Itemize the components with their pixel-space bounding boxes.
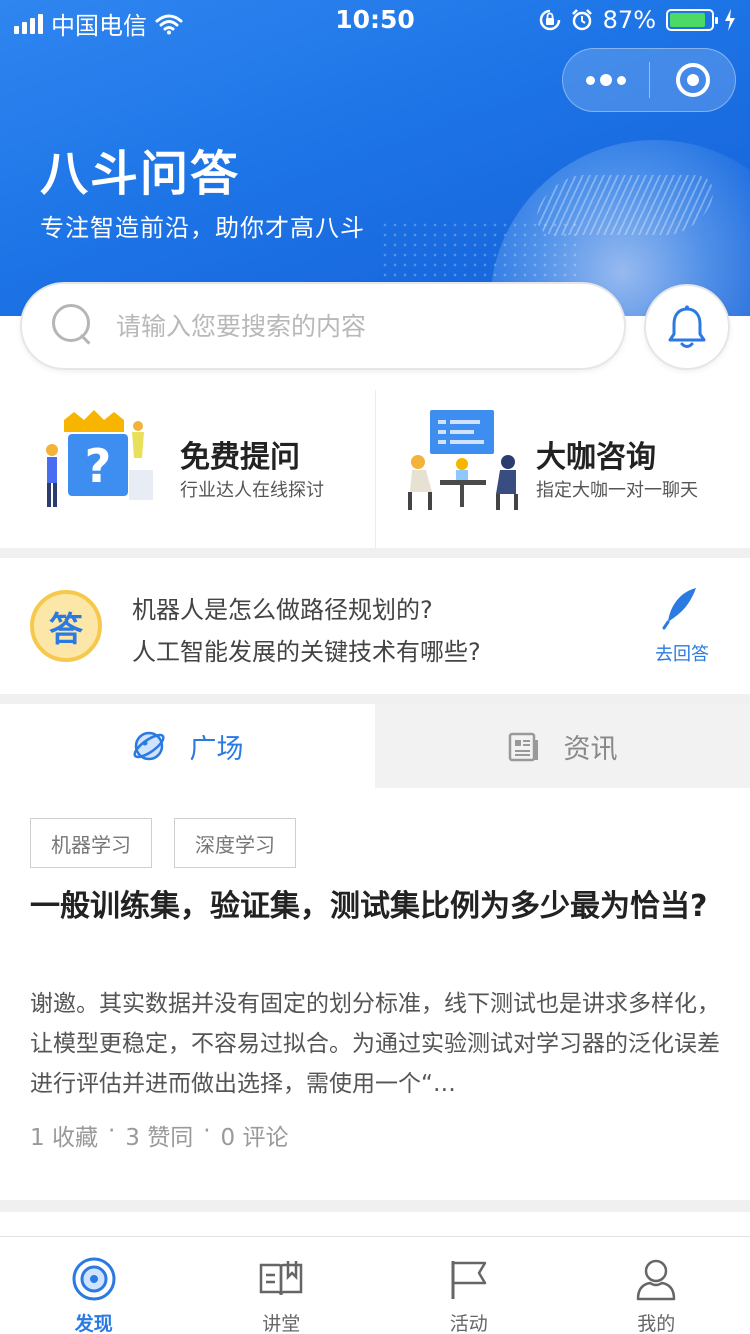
search-input[interactable]	[116, 311, 596, 341]
article-excerpt: 谢邀。其实数据并没有固定的划分标准，线下测试也是讲求多样化，让模型更稳定，不容易…	[30, 991, 720, 1097]
comments-count: 0 评论	[220, 1125, 289, 1151]
content-tabs: 广场 资讯	[0, 704, 750, 788]
tabbar-item-activity[interactable]: 活动	[375, 1237, 563, 1334]
feature-desc: 行业达人在线探讨	[180, 480, 324, 501]
rotation-lock-icon	[539, 9, 560, 31]
alarm-icon	[571, 9, 592, 31]
consult-illustration	[408, 410, 518, 510]
hot-question-item[interactable]: 人工智能发展的关键技术有哪些?	[132, 632, 481, 667]
tabbar-label: 活动	[449, 1313, 488, 1334]
close-miniprogram-button[interactable]	[650, 49, 735, 111]
flag-icon	[451, 1261, 486, 1299]
target-icon	[675, 63, 710, 97]
search-icon	[52, 304, 96, 348]
question-illustration: ?	[46, 410, 153, 507]
answer-badge-icon: 答	[30, 590, 102, 662]
app-title: 八斗问答	[40, 146, 241, 202]
feature-name: 免费提问	[180, 440, 300, 475]
tabbar-label: 我的	[637, 1313, 676, 1334]
search-bar[interactable]	[20, 282, 626, 370]
status-bar: 中国电信 10:50 87%	[0, 0, 750, 40]
hot-question-item[interactable]: 机器人是怎么做路径规划的?	[132, 590, 433, 625]
go-answer-label: 去回答	[655, 644, 709, 665]
tabbar-item-lecture[interactable]: 讲堂	[188, 1237, 376, 1334]
expert-consult-card[interactable]: 大咖咨询 指定大咖一对一聊天	[375, 390, 750, 548]
tabbar-label: 讲堂	[262, 1313, 301, 1334]
free-question-card[interactable]: ? 免费提问 行业达人在线探讨	[0, 390, 375, 548]
tab-news[interactable]: 资讯	[375, 704, 750, 788]
stat-separator: ·	[107, 1118, 116, 1144]
app-subtitle: 专注智造前沿，助你才高八斗	[40, 214, 365, 242]
lecture-icon	[260, 1261, 303, 1296]
tabbar-label: 发现	[74, 1313, 113, 1334]
feather-pen-icon	[662, 588, 696, 630]
tab-label: 广场	[189, 733, 244, 765]
section-divider	[0, 694, 750, 704]
header-banner: 中国电信 10:50 87% 八斗问答 专注智造前沿，助你才高八斗	[0, 0, 750, 316]
more-menu-button[interactable]	[563, 49, 649, 111]
tab-square[interactable]: 广场	[0, 704, 375, 788]
battery-icon	[666, 9, 718, 31]
article-title[interactable]: 一般训练集，验证集，测试集比例为多少最为恰当?	[30, 884, 720, 930]
miniprogram-capsule	[562, 48, 736, 112]
article-stats: 1 收藏 · 3 赞同 · 0 评论	[30, 1118, 288, 1152]
bell-icon	[668, 305, 706, 348]
bottom-tab-bar: 发现 讲堂 活动 我的	[0, 1236, 750, 1334]
battery-percent: 87%	[602, 6, 656, 34]
news-icon	[508, 732, 538, 762]
answer-badge-label: 答	[49, 609, 83, 650]
go-answer-button[interactable]: 去回答	[650, 586, 714, 666]
favorites-count: 1 收藏	[30, 1125, 98, 1151]
tag-chip[interactable]: 深度学习	[174, 818, 296, 868]
hot-questions: 答 机器人是怎么做路径规划的? 人工智能发展的关键技术有哪些? 去回答	[0, 558, 750, 694]
discover-icon	[72, 1257, 116, 1301]
section-divider	[0, 548, 750, 558]
stat-separator: ·	[203, 1118, 211, 1144]
article-card[interactable]: 机器学习 深度学习 一般训练集，验证集，测试集比例为多少最为恰当? 谢邀。其实数…	[0, 788, 750, 1200]
charging-icon	[725, 9, 735, 31]
article-tags: 机器学习 深度学习	[30, 818, 296, 868]
tabbar-item-mine[interactable]: 我的	[563, 1237, 750, 1334]
feature-desc: 指定大咖一对一聊天	[536, 480, 698, 501]
feature-name: 大咖咨询	[536, 440, 656, 475]
likes-count: 3 赞同	[125, 1125, 194, 1151]
user-icon	[637, 1259, 676, 1301]
tab-label: 资讯	[563, 733, 618, 765]
feature-cards: ? 免费提问 行业达人在线探讨 大咖咨询 指定大咖一对一聊天	[0, 390, 750, 548]
svg-text:?: ?	[85, 439, 112, 493]
tabbar-item-discover[interactable]: 发现	[0, 1237, 188, 1334]
notification-button[interactable]	[644, 284, 730, 370]
section-divider	[0, 1200, 750, 1212]
planet-icon	[132, 731, 165, 761]
tag-chip[interactable]: 机器学习	[30, 818, 152, 868]
app-page: 中国电信 10:50 87% 八斗问答 专注智造前沿，助你才高八斗 请输入您要搜…	[0, 0, 750, 1334]
